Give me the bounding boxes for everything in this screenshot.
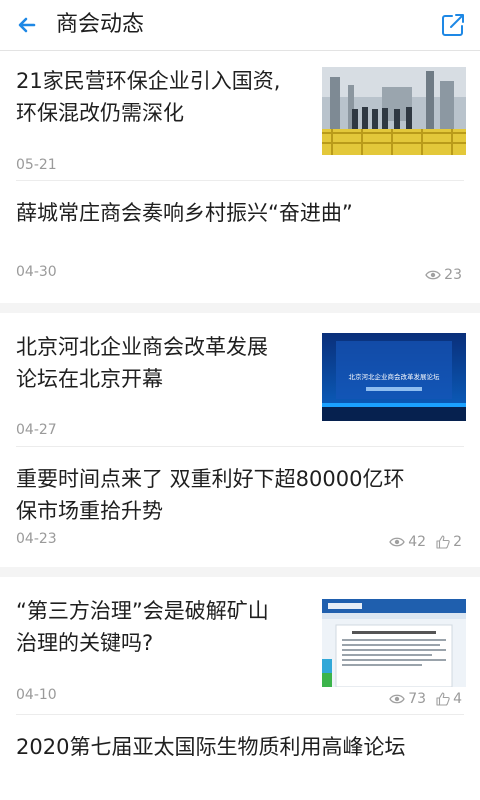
article-thumbnail [322, 67, 466, 155]
article-stats: 42 2 [389, 534, 462, 550]
share-icon [442, 14, 464, 36]
article-title: 重要时间点来了 双重利好下超80000亿环 保市场重拾升势 [16, 467, 405, 523]
page-title: 商会动态 [56, 12, 145, 37]
article-title: 薛城常庄商会奏响乡村振兴“奋进曲” [16, 201, 353, 225]
article-title: 北京河北企业商会改革发展 论坛在北京开幕 [16, 335, 268, 391]
like-count[interactable]: 4 [436, 691, 462, 707]
app-header: 商会动态 [0, 0, 480, 51]
list-item[interactable]: 重要时间点来了 双重利好下超80000亿环 保市场重拾升势 04-23 42 2 [0, 447, 480, 567]
article-thumbnail [322, 599, 466, 687]
article-title: “第三方治理”会是破解矿山 治理的关键吗? [16, 599, 269, 655]
thumbnail-caption: 北京河北企业商会改革发展论坛 [349, 372, 441, 381]
article-date: 04-27 [16, 422, 57, 438]
article-date: 04-10 [16, 687, 57, 703]
back-button[interactable] [12, 10, 42, 40]
thumbs-up-icon [436, 535, 450, 549]
view-count: 23 [425, 267, 462, 283]
list-item[interactable]: 薛城常庄商会奏响乡村振兴“奋进曲” 04-30 23 [0, 181, 480, 293]
section-gap [0, 303, 480, 313]
like-count[interactable]: 2 [436, 534, 462, 550]
list-item[interactable]: 北京河北企业商会改革发展 论坛在北京开幕 北京河北企业商会改革发展论坛 04-2… [0, 313, 480, 446]
article-title: 2020第七届亚太国际生物质利用高峰论坛 [16, 735, 406, 759]
list-item[interactable]: 2020第七届亚太国际生物质利用高峰论坛 [0, 715, 480, 800]
article-date: 05-21 [16, 157, 57, 173]
article-date: 04-23 [16, 531, 57, 547]
article-stats: 23 [425, 267, 462, 283]
view-count: 73 [389, 691, 426, 707]
arrow-left-icon [18, 17, 36, 33]
article-date: 04-30 [16, 264, 57, 280]
eye-icon [425, 270, 441, 280]
article-thumbnail: 北京河北企业商会改革发展论坛 [322, 333, 466, 421]
article-stats: 73 4 [389, 691, 462, 707]
list-item[interactable]: 21家民营环保企业引入国资, 环保混改仍需深化 05-21 [0, 51, 480, 179]
article-title: 21家民营环保企业引入国资, 环保混改仍需深化 [16, 69, 281, 125]
thumbs-up-icon [436, 692, 450, 706]
section-gap [0, 567, 480, 577]
view-count: 42 [389, 534, 426, 550]
list-item[interactable]: “第三方治理”会是破解矿山 治理的关键吗? 04-10 73 4 [0, 577, 480, 713]
eye-icon [389, 694, 406, 704]
eye-icon [389, 537, 406, 547]
share-button[interactable] [438, 10, 468, 40]
